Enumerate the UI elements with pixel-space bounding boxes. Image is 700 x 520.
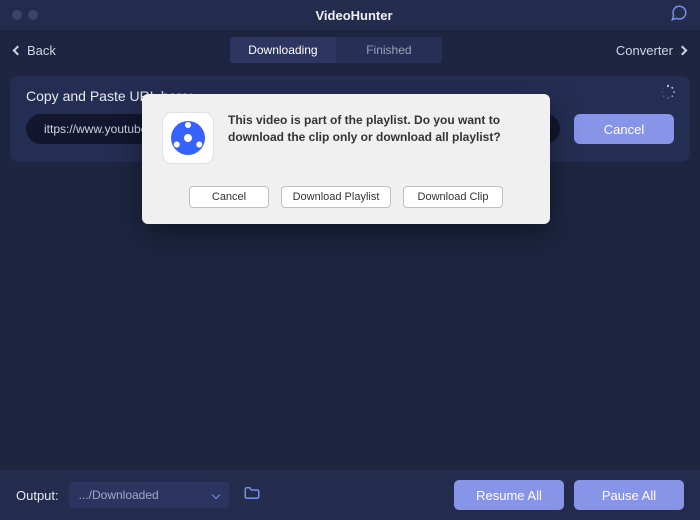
dialog-message: This video is part of the playlist. Do y… xyxy=(228,112,530,164)
chevron-right-icon xyxy=(678,45,688,55)
dialog-download-playlist-button[interactable]: Download Playlist xyxy=(281,186,391,208)
tab-group: Downloading Finished xyxy=(230,37,442,63)
output-label: Output: xyxy=(16,488,59,503)
output-path-select[interactable]: .../Downloaded xyxy=(69,482,229,508)
nav-row: Back Downloading Finished Converter xyxy=(0,30,700,70)
back-button[interactable]: Back xyxy=(14,43,56,58)
tab-downloading[interactable]: Downloading xyxy=(230,37,336,63)
app-title: VideoHunter xyxy=(38,8,670,23)
playlist-dialog: This video is part of the playlist. Do y… xyxy=(142,94,550,224)
pause-all-button[interactable]: Pause All xyxy=(574,480,684,510)
footer-bar: Output: .../Downloaded Resume All Pause … xyxy=(0,470,700,520)
dialog-download-clip-button[interactable]: Download Clip xyxy=(403,186,503,208)
cancel-button[interactable]: Cancel xyxy=(574,114,674,144)
feedback-icon[interactable] xyxy=(670,4,688,27)
close-window-dot[interactable] xyxy=(12,10,22,20)
titlebar: VideoHunter xyxy=(0,0,700,30)
loading-spinner-icon xyxy=(660,84,676,100)
window-controls[interactable] xyxy=(12,10,38,20)
app-icon xyxy=(162,112,214,164)
chevron-left-icon xyxy=(13,45,23,55)
converter-button[interactable]: Converter xyxy=(616,43,686,58)
dialog-cancel-button[interactable]: Cancel xyxy=(189,186,269,208)
open-folder-icon[interactable] xyxy=(243,484,261,507)
converter-label: Converter xyxy=(616,43,673,58)
tab-finished[interactable]: Finished xyxy=(336,37,442,63)
chevron-down-icon xyxy=(211,491,219,499)
resume-all-button[interactable]: Resume All xyxy=(454,480,564,510)
minimize-window-dot[interactable] xyxy=(28,10,38,20)
output-path-value: .../Downloaded xyxy=(79,488,159,502)
back-label: Back xyxy=(27,43,56,58)
